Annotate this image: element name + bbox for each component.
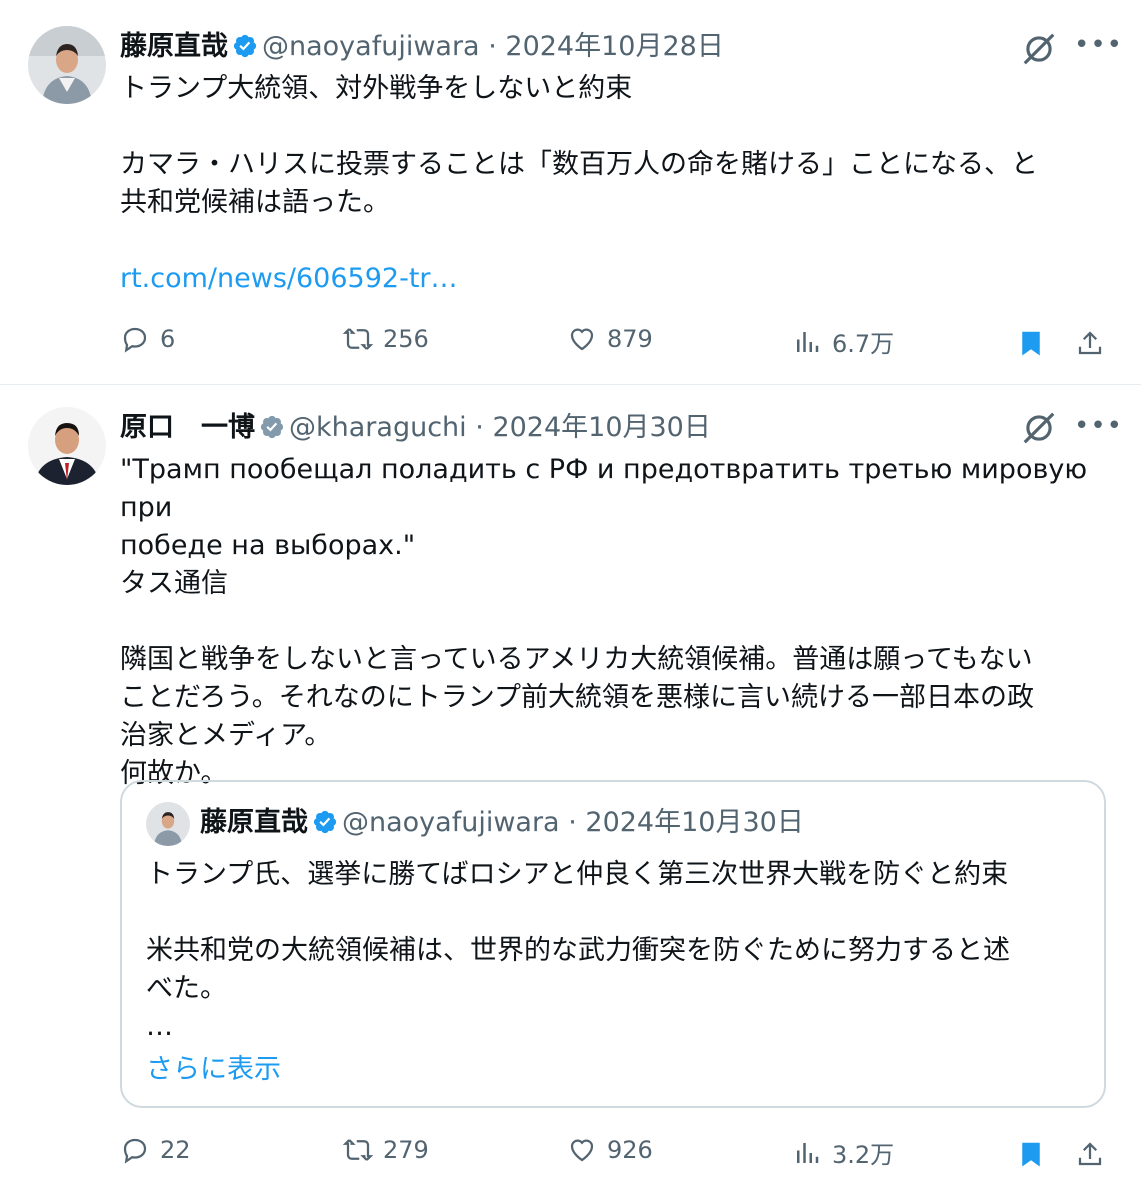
reply-count: 6	[160, 325, 176, 353]
separator: ·	[568, 807, 577, 838]
views-icon	[792, 327, 822, 357]
quoted-text: トランプ氏、選挙に勝てばロシアと仲良く第三次世界大戦を防ぐと約束 米共和党の大統…	[146, 859, 1010, 1042]
tweet-header: 藤原直哉 @naoyafujiwara · 2024年10月28日	[120, 30, 724, 64]
retweet-button[interactable]: 256	[343, 324, 429, 354]
tweet[interactable]: 藤原直哉 @naoyafujiwara · 2024年10月28日 ••• トラン…	[0, 0, 1141, 385]
views-count: 6.7万	[832, 330, 895, 358]
reply-button[interactable]: 6	[120, 324, 175, 354]
verified-badge-icon[interactable]	[232, 33, 258, 59]
share-icon[interactable]	[1075, 1139, 1105, 1169]
quoted-tweet[interactable]: 藤原直哉 @naoyafujiwara · 2024年10月30日 トランプ氏、選…	[120, 780, 1106, 1108]
tweet-text: "Трамп пообещал поладить с РФ и предотвр…	[120, 454, 1088, 789]
views-button[interactable]: 3.2万	[792, 1135, 894, 1170]
reply-count: 22	[160, 1136, 191, 1164]
grok-icon[interactable]	[1020, 30, 1058, 68]
bookmark-icon[interactable]	[1016, 328, 1046, 358]
more-icon[interactable]: •••	[1074, 411, 1123, 441]
retweet-button[interactable]: 279	[343, 1135, 429, 1165]
quoted-avatar[interactable]	[146, 802, 190, 846]
like-button[interactable]: 879	[567, 324, 653, 354]
grok-icon[interactable]	[1020, 409, 1058, 447]
share-icon[interactable]	[1075, 328, 1105, 358]
like-count: 926	[607, 1136, 653, 1164]
retweet-count: 279	[383, 1136, 429, 1164]
tweet-text: トランプ大統領、対外戦争をしないと約束 カマラ・ハリスに投票することは「数百万人…	[120, 70, 1120, 298]
views-icon	[792, 1138, 822, 1168]
reply-icon	[120, 1135, 150, 1165]
retweet-count: 256	[383, 325, 429, 353]
more-icon[interactable]: •••	[1074, 30, 1123, 60]
quoted-header: 藤原直哉 @naoyafujiwara · 2024年10月30日	[200, 806, 804, 840]
like-count: 879	[607, 325, 653, 353]
views-count: 3.2万	[832, 1141, 895, 1169]
action-bar: 6 256 879 6.7万	[0, 324, 1141, 364]
tweet-header: 原口 一博 @kharaguchi · 2024年10月30日	[120, 411, 711, 445]
author-handle[interactable]: @naoyafujiwara	[262, 31, 480, 62]
verified-badge-icon	[312, 809, 338, 835]
like-button[interactable]: 926	[567, 1135, 653, 1165]
separator: ·	[488, 31, 497, 62]
like-icon	[567, 324, 597, 354]
retweet-icon	[343, 1135, 373, 1165]
author-name[interactable]: 原口 一博	[120, 412, 255, 443]
tweet[interactable]: 原口 一博 @kharaguchi · 2024年10月30日 ••• "Трам…	[0, 385, 1141, 1200]
avatar[interactable]	[28, 407, 106, 485]
tweet-link[interactable]: rt.com/news/606592-tr…	[120, 263, 458, 294]
tweet-date[interactable]: 2024年10月28日	[505, 31, 723, 62]
views-button[interactable]: 6.7万	[792, 324, 894, 359]
verified-badge-icon[interactable]	[259, 414, 285, 440]
quoted-author-name: 藤原直哉	[200, 807, 308, 838]
reply-button[interactable]: 22	[120, 1135, 191, 1165]
tweet-text-content: トランプ大統領、対外戦争をしないと約束 カマラ・ハリスに投票することは「数百万人…	[120, 73, 1038, 218]
reply-icon	[120, 324, 150, 354]
action-bar: 22 279 926 3.2万	[0, 1135, 1141, 1175]
avatar[interactable]	[28, 26, 106, 104]
quoted-author-handle: @naoyafujiwara	[342, 807, 560, 838]
author-handle[interactable]: @kharaguchi	[289, 412, 467, 443]
separator: ·	[475, 412, 484, 443]
bookmark-icon[interactable]	[1016, 1139, 1046, 1169]
like-icon	[567, 1135, 597, 1165]
tweet-date[interactable]: 2024年10月30日	[492, 412, 710, 443]
quoted-date: 2024年10月30日	[585, 807, 804, 838]
retweet-icon	[343, 324, 373, 354]
author-name[interactable]: 藤原直哉	[120, 31, 228, 62]
show-more-link[interactable]: さらに表示	[146, 1047, 281, 1086]
